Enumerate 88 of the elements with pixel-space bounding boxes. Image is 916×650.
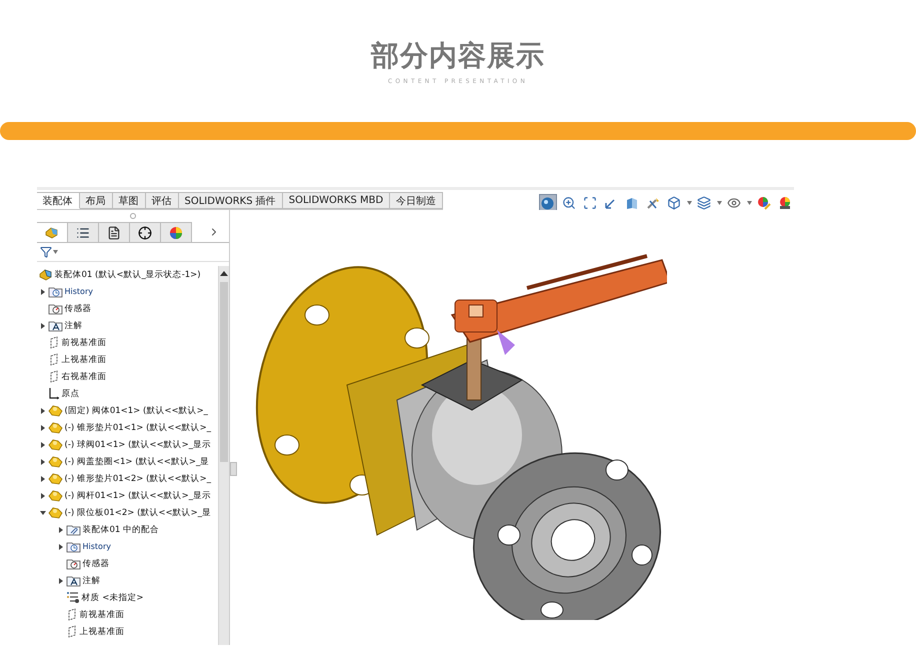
folder-letter-icon (48, 320, 62, 332)
cube-icon[interactable] (666, 196, 680, 210)
feature-tree-icon (44, 226, 58, 239)
eye-icon[interactable] (726, 196, 740, 210)
collapsed-arrow-icon[interactable] (58, 578, 64, 584)
scrollbar[interactable] (218, 266, 228, 645)
collapsed-arrow-icon[interactable] (58, 544, 64, 550)
sphere-icon (541, 196, 554, 210)
tree-item[interactable]: 前视基准面 (80, 608, 124, 620)
tree-item[interactable]: (-) 阀盖垫圈<1> (默认<<默认>_显 (64, 456, 210, 468)
display-style-icon[interactable] (696, 196, 710, 210)
plane-icon (66, 625, 78, 638)
command-tab[interactable]: 草图 (112, 192, 146, 209)
tree-item[interactable]: (-) 限位板01<2> (默认<<默认>_显 (64, 506, 212, 518)
panel-tab[interactable] (130, 222, 160, 242)
assembly-icon (38, 268, 52, 281)
collapsed-arrow-icon[interactable] (40, 288, 46, 294)
section-view-icon[interactable] (624, 196, 638, 210)
caret-icon[interactable] (686, 201, 692, 205)
folder-clock-icon (66, 540, 80, 552)
material-list-icon (66, 591, 80, 604)
part-icon (48, 404, 62, 417)
caret-icon[interactable] (52, 250, 58, 254)
panel-tab[interactable] (68, 222, 98, 242)
caret-icon[interactable] (746, 201, 752, 205)
collapsed-arrow-icon[interactable] (40, 322, 46, 328)
tree-item[interactable]: 传感器 (82, 558, 110, 570)
collapsed-arrow-icon[interactable] (40, 442, 46, 448)
zoom-icon[interactable] (562, 196, 576, 210)
expanded-arrow-icon[interactable] (40, 510, 46, 516)
panel-tab[interactable] (98, 222, 130, 242)
collapsed-arrow-icon[interactable] (40, 458, 46, 464)
plane-icon (66, 608, 78, 621)
scene-icon[interactable] (778, 196, 792, 210)
tree-item[interactable]: History (64, 287, 93, 296)
page-title: 部分内容展示 (371, 38, 545, 74)
folder-paperclip-icon (66, 524, 80, 536)
collapsed-arrow-icon[interactable] (40, 476, 46, 482)
command-tab[interactable]: SOLIDWORKS 插件 (178, 192, 283, 209)
filter-icon[interactable] (40, 246, 52, 258)
tree-item[interactable]: 传感器 (64, 302, 92, 314)
color-wheel-icon (168, 226, 182, 240)
command-tab[interactable]: 今日制造 (390, 192, 444, 209)
tree-item[interactable]: (-) 锥形垫片01<1> (默认<<默认>_ (64, 422, 212, 434)
part-icon (48, 438, 62, 451)
zoom-area-icon[interactable] (582, 196, 596, 210)
tree-item[interactable]: History (82, 542, 111, 551)
part-icon (48, 489, 62, 502)
tree-item[interactable]: (-) 球阀01<1> (默认<<默认>_显示 (64, 438, 212, 450)
plane-icon (48, 336, 60, 349)
command-tab[interactable]: 装配体 (36, 192, 80, 209)
tree-item[interactable]: (-) 锥形垫片01<2> (默认<<默认>_ (64, 472, 212, 484)
part-icon (48, 455, 62, 468)
folder-clock-icon (48, 286, 62, 298)
tree-item[interactable]: 上视基准面 (80, 626, 124, 638)
plane-icon (48, 370, 60, 383)
tree-item[interactable]: 材质 <未指定> (82, 592, 144, 604)
part-icon (48, 472, 62, 485)
tree-item[interactable]: (-) 阀杆01<1> (默认<<默认>_显示 (64, 490, 212, 502)
folder-gauge-icon (66, 558, 80, 570)
plane-icon (48, 353, 60, 366)
command-tab[interactable]: 布局 (80, 192, 112, 209)
tools-icon[interactable] (646, 196, 660, 210)
part-icon (48, 421, 62, 434)
collapsed-arrow-icon[interactable] (40, 408, 46, 414)
property-list-icon (76, 226, 90, 240)
origin-axes-icon (48, 387, 60, 400)
caret-icon[interactable] (716, 201, 722, 205)
part-icon (48, 506, 62, 519)
folder-letter-icon (66, 574, 80, 586)
tree-item[interactable]: 右视基准面 (62, 370, 106, 382)
collapsed-arrow-icon[interactable] (58, 526, 64, 532)
tree-item[interactable]: 注解 (64, 320, 82, 332)
collapsed-arrow-icon[interactable] (40, 424, 46, 430)
configuration-icon (106, 226, 120, 240)
command-tab[interactable]: SOLIDWORKS MBD (282, 192, 390, 209)
tree-item[interactable]: 前视基准面 (62, 336, 106, 348)
tree-item[interactable]: (固定) 阀体01<1> (默认<<默认>_ (64, 404, 208, 416)
tree-item[interactable]: 上视基准面 (62, 354, 106, 366)
folder-gauge-icon (48, 302, 62, 314)
tree-item[interactable]: 装配体01 中的配合 (82, 524, 160, 536)
collapsed-arrow-icon[interactable] (40, 492, 46, 498)
tree-item[interactable]: 装配体01 (默认<默认_显示状态-1>) (54, 268, 201, 280)
grip-handle[interactable] (130, 213, 136, 219)
tree-item[interactable]: 注解 (82, 574, 100, 586)
command-tab[interactable]: 评估 (146, 192, 178, 209)
crosshair-icon (138, 226, 152, 240)
tree-item[interactable]: 原点 (62, 388, 80, 400)
